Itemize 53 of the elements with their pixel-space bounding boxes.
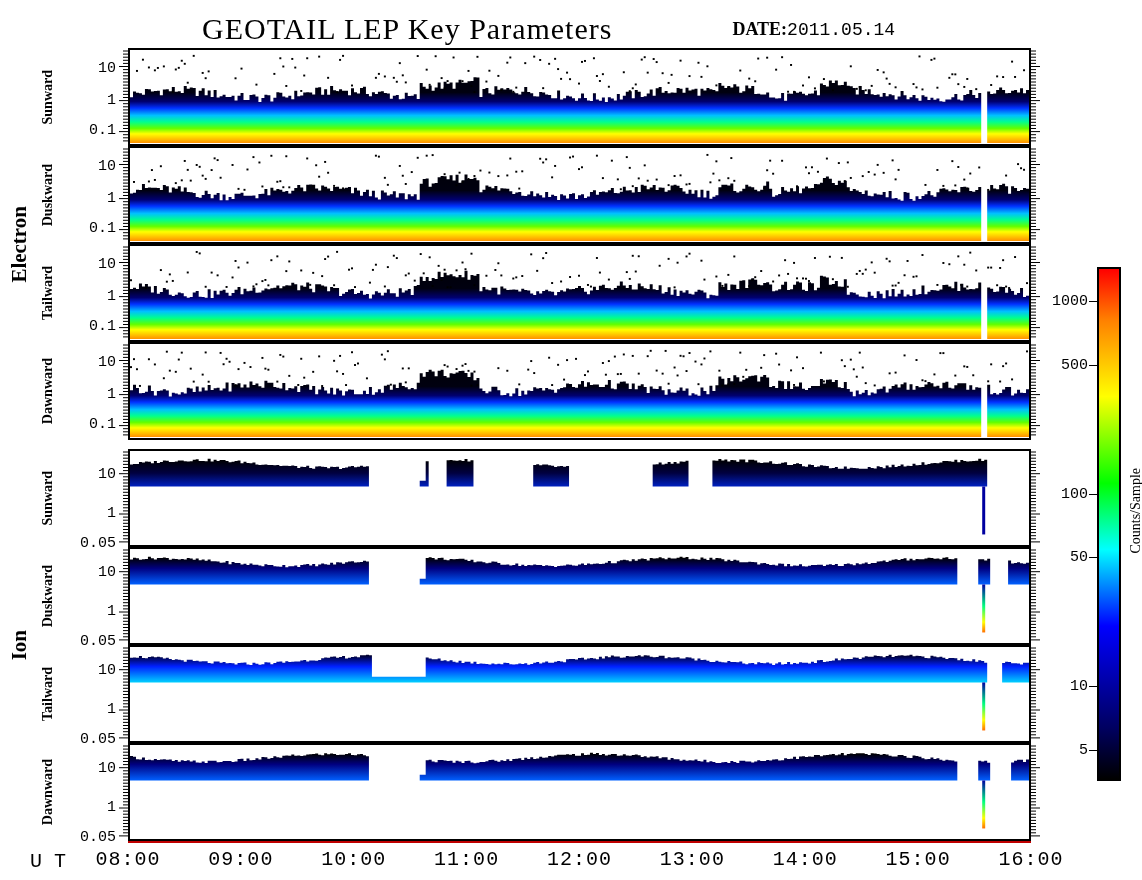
species-label: Electron [6, 205, 33, 283]
axis-tick-label: 1 [107, 386, 116, 402]
axis-tick-label: 10 [98, 760, 116, 776]
axis-tick-label: 0.1 [89, 122, 116, 138]
axis-tick-label: 10 [98, 60, 116, 76]
direction-label: Duskward [38, 564, 56, 628]
axis-tick-label: 10 [98, 662, 116, 678]
color-scale-tick-label: 100 [1061, 486, 1088, 502]
time-tick-label: 08:00 [95, 847, 161, 872]
direction-label: Dawnward [38, 357, 56, 425]
axis-tick-label: 0.05 [80, 535, 116, 551]
axis-tick-label: 10 [98, 466, 116, 482]
axis-tick-label: 0.1 [89, 220, 116, 236]
direction-label: Tailward [38, 667, 56, 721]
axis-tick-label: 1 [107, 603, 116, 619]
time-tick-label: 13:00 [659, 847, 725, 872]
time-tick-label: 15:00 [885, 847, 951, 872]
color-scale-tick-label: 1000 [1052, 293, 1088, 309]
axis-tick-label: 1 [107, 505, 116, 521]
time-tick-label: 16:00 [998, 847, 1064, 872]
time-tick-label: 11:00 [434, 847, 500, 872]
axis-tick-label: 0.1 [89, 416, 116, 432]
direction-label: Sunward [38, 470, 56, 526]
time-tick-label: 10:00 [321, 847, 387, 872]
axis-tick-label: 1 [107, 799, 116, 815]
axis-tick-label: 10 [98, 256, 116, 272]
axis-tick-label: 10 [98, 354, 116, 370]
date-value: 2011.05.14 [787, 19, 896, 42]
time-tick-label: 14:00 [772, 847, 838, 872]
axis-tick-label: 0.1 [89, 318, 116, 334]
axis-tick-label: 0.05 [80, 731, 116, 747]
color-scale-tick-label: 10 [1070, 678, 1088, 694]
axis-tick-label: 0.05 [80, 633, 116, 649]
axis-tick-label: 10 [98, 158, 116, 174]
time-axis-label: U T [30, 849, 66, 875]
direction-label: Tailward [38, 266, 56, 320]
direction-label: Dawnward [38, 758, 56, 826]
axis-tick-label: 0.05 [80, 829, 116, 845]
axis-tick-label: 10 [98, 564, 116, 580]
color-scale-tick-label: 500 [1061, 357, 1088, 373]
species-label: Ion [6, 629, 33, 661]
axis-tick-label: 1 [107, 92, 116, 108]
axis-tick-label: 1 [107, 288, 116, 304]
direction-label: Sunward [38, 69, 56, 125]
time-tick-label: 12:00 [547, 847, 612, 872]
color-scale-tick-label: 5 [1079, 742, 1088, 758]
date-label: DATE: [732, 18, 788, 41]
axis-tick-label: 1 [107, 190, 116, 206]
color-scale-tick-label: 50 [1070, 549, 1088, 565]
time-tick-label: 09:00 [208, 847, 274, 872]
axis-tick-label: 1 [107, 701, 116, 717]
plot-title: GEOTAIL LEP Key Parameters [202, 14, 613, 44]
direction-label: Duskward [38, 163, 56, 227]
